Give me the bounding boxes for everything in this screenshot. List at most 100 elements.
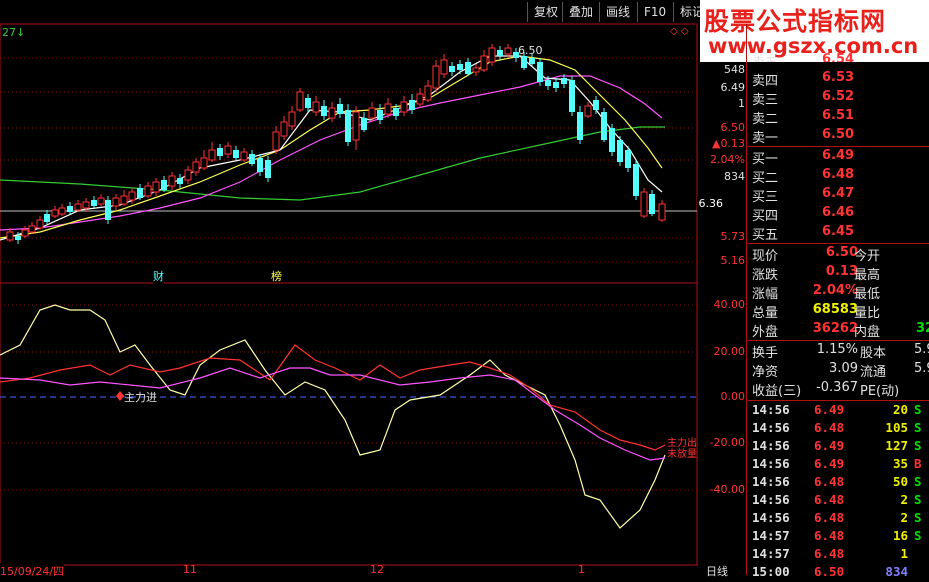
- tick-time: 14:56: [752, 438, 790, 453]
- tick-volume: 1: [900, 546, 908, 561]
- candle-body: [28, 225, 36, 233]
- chart-canvas[interactable]: [0, 0, 698, 575]
- quote-label: 涨幅: [752, 287, 779, 302]
- quote-label: 最高: [854, 268, 881, 283]
- tick-volume: 127: [885, 438, 908, 453]
- candle-body: [15, 236, 21, 240]
- tick-volume: 35: [892, 456, 908, 471]
- bid-price: 6.48: [822, 167, 855, 182]
- candle-body: [625, 150, 631, 168]
- indicator-sell-label: 主力出 未放量: [667, 438, 697, 460]
- bid-label: 买二: [752, 171, 779, 186]
- tick-row: 14:56 6.48 2 S: [750, 510, 929, 528]
- candle-body: [601, 112, 607, 140]
- candle-body: [345, 110, 351, 142]
- candle-body: [400, 101, 408, 113]
- tick-price: 6.49: [814, 402, 845, 417]
- candle-body: [633, 164, 639, 196]
- quote-label: 现价: [752, 249, 779, 264]
- period-indicator: 27↓: [2, 26, 26, 39]
- finance-marker[interactable]: 财: [153, 268, 164, 284]
- quote-value: 32: [916, 321, 929, 336]
- tick-price: 6.50: [814, 564, 845, 579]
- axis-label: 5.16: [720, 254, 746, 267]
- candle-body: [168, 175, 176, 187]
- quote-label: 量比: [854, 306, 881, 321]
- tick-row: 14:56 6.48 105 S: [750, 420, 929, 438]
- candle-body: [465, 62, 471, 74]
- rank-marker[interactable]: 榜: [271, 268, 282, 284]
- draw-line-button[interactable]: 画线: [599, 2, 636, 22]
- candle-body: [449, 66, 455, 72]
- candle-body: [105, 200, 111, 220]
- fund-value: 1.15%: [816, 342, 858, 357]
- candle-body: [432, 65, 440, 89]
- ask-label: 卖三: [752, 93, 779, 108]
- fund-label: 股本: [860, 346, 887, 361]
- axis-label: 834: [724, 170, 745, 183]
- axis-label: 6.50: [720, 121, 746, 134]
- period-button[interactable]: 日线: [706, 563, 728, 579]
- tick-price: 6.49: [814, 438, 845, 453]
- restore-rights-button[interactable]: 复权: [527, 2, 564, 22]
- quote-label: 涨跌: [752, 268, 779, 283]
- bid-price: 6.46: [822, 205, 855, 220]
- tick-price: 6.48: [814, 546, 845, 561]
- axis-label: -40.00: [709, 483, 745, 496]
- fund-value: 3.09: [829, 361, 858, 376]
- date-axis-tick: 11: [183, 563, 197, 576]
- candle-body: [257, 158, 263, 172]
- candle-body: [440, 59, 448, 75]
- tick-time: 14:56: [752, 474, 790, 489]
- bid-price: 6.45: [822, 224, 855, 239]
- bid-label: 买五: [752, 228, 779, 243]
- candle-body: [233, 150, 239, 158]
- tick-side: S: [914, 510, 922, 525]
- candle-body: [265, 160, 271, 178]
- f10-button[interactable]: F10: [637, 2, 672, 22]
- candle-body: [152, 181, 160, 193]
- candle-body: [537, 62, 543, 82]
- candle-body: [305, 98, 311, 108]
- diamond-icon[interactable]: ◇ ◇: [670, 26, 689, 37]
- fund-value: -0.367: [816, 380, 858, 395]
- fund-label: 流通: [860, 365, 887, 380]
- tick-price: 6.48: [814, 528, 845, 543]
- candle-body: [488, 47, 496, 63]
- ask-price: 6.53: [822, 70, 855, 85]
- candle-body: [593, 100, 599, 110]
- overlay-button[interactable]: 叠加: [562, 2, 599, 22]
- axis-label: 5.73: [720, 230, 746, 243]
- ask-price: 6.52: [822, 89, 855, 104]
- quote-label: 最低: [854, 287, 881, 302]
- tick-volume: 2: [900, 492, 908, 507]
- tick-price: 6.48: [814, 420, 845, 435]
- candle-body: [144, 185, 152, 197]
- candle-body: [44, 214, 50, 222]
- bid-label: 买三: [752, 190, 779, 205]
- candle-body: [177, 178, 183, 184]
- tick-row: 14:56 6.49 127 S: [750, 438, 929, 456]
- candle-body: [74, 203, 82, 211]
- quote-label: 总量: [752, 306, 779, 321]
- axis-label: -20.00: [709, 436, 745, 449]
- candle-body: [112, 197, 120, 207]
- candlesticks: [6, 44, 666, 244]
- candle-body: [67, 206, 73, 212]
- candle-body: [529, 58, 535, 64]
- candle-body: [569, 80, 575, 112]
- fund-value: 5.9: [914, 342, 929, 357]
- candle-body: [6, 231, 14, 241]
- tick-price: 6.48: [814, 492, 845, 507]
- tick-side: B: [914, 456, 922, 471]
- axis-label: ▲0.13: [712, 137, 745, 150]
- tick-volume: 20: [892, 402, 908, 417]
- candle-body: [249, 154, 255, 164]
- candle-body: [272, 131, 280, 151]
- candle-body: [36, 219, 44, 229]
- candle-body: [161, 180, 167, 190]
- ask-label: 卖二: [752, 112, 779, 127]
- candle-body: [352, 111, 360, 141]
- quote-label: 今开: [854, 249, 881, 264]
- quote-value: 2.04%: [812, 283, 858, 298]
